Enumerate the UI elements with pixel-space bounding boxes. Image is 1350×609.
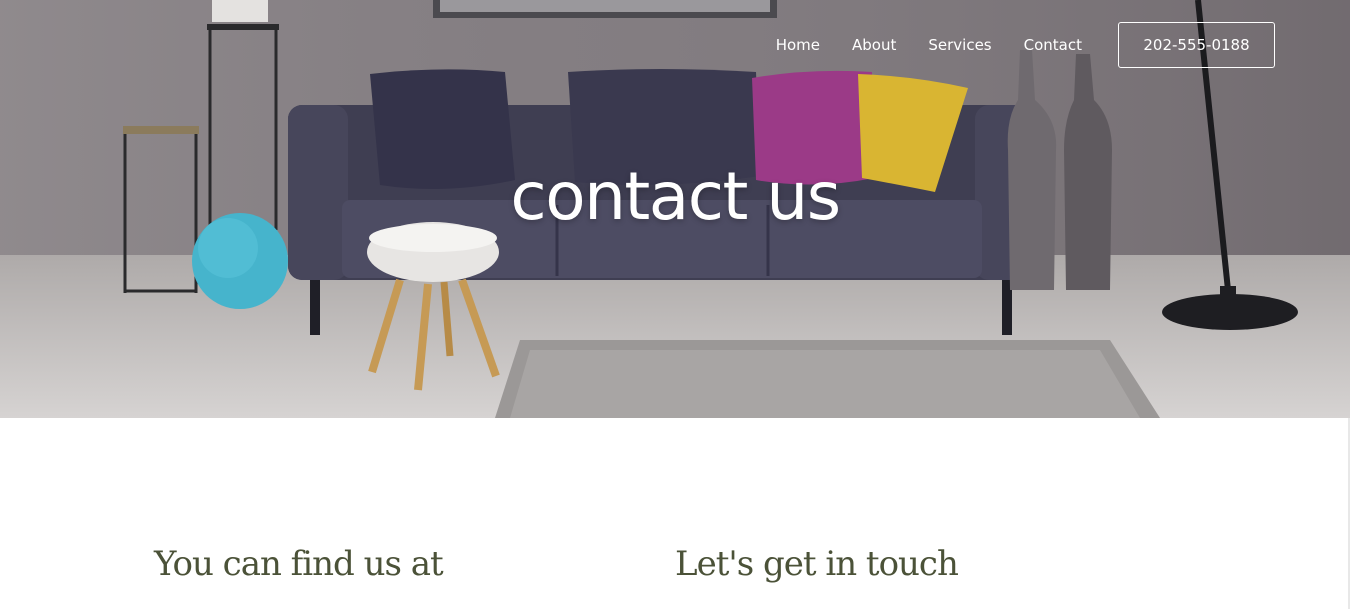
phone-button[interactable]: 202-555-0188	[1118, 22, 1275, 68]
nav-link-home[interactable]: Home	[776, 36, 820, 54]
main-navigation: Home About Services Contact 202-555-0188	[744, 22, 1275, 68]
page-title: contact us	[510, 158, 841, 235]
hero-banner: Home About Services Contact 202-555-0188…	[0, 0, 1350, 418]
get-in-touch-heading: Let's get in touch	[675, 544, 959, 584]
find-us-heading: You can find us at	[154, 544, 444, 584]
nav-link-about[interactable]: About	[852, 36, 896, 54]
nav-link-services[interactable]: Services	[928, 36, 991, 54]
nav-link-contact[interactable]: Contact	[1024, 36, 1082, 54]
